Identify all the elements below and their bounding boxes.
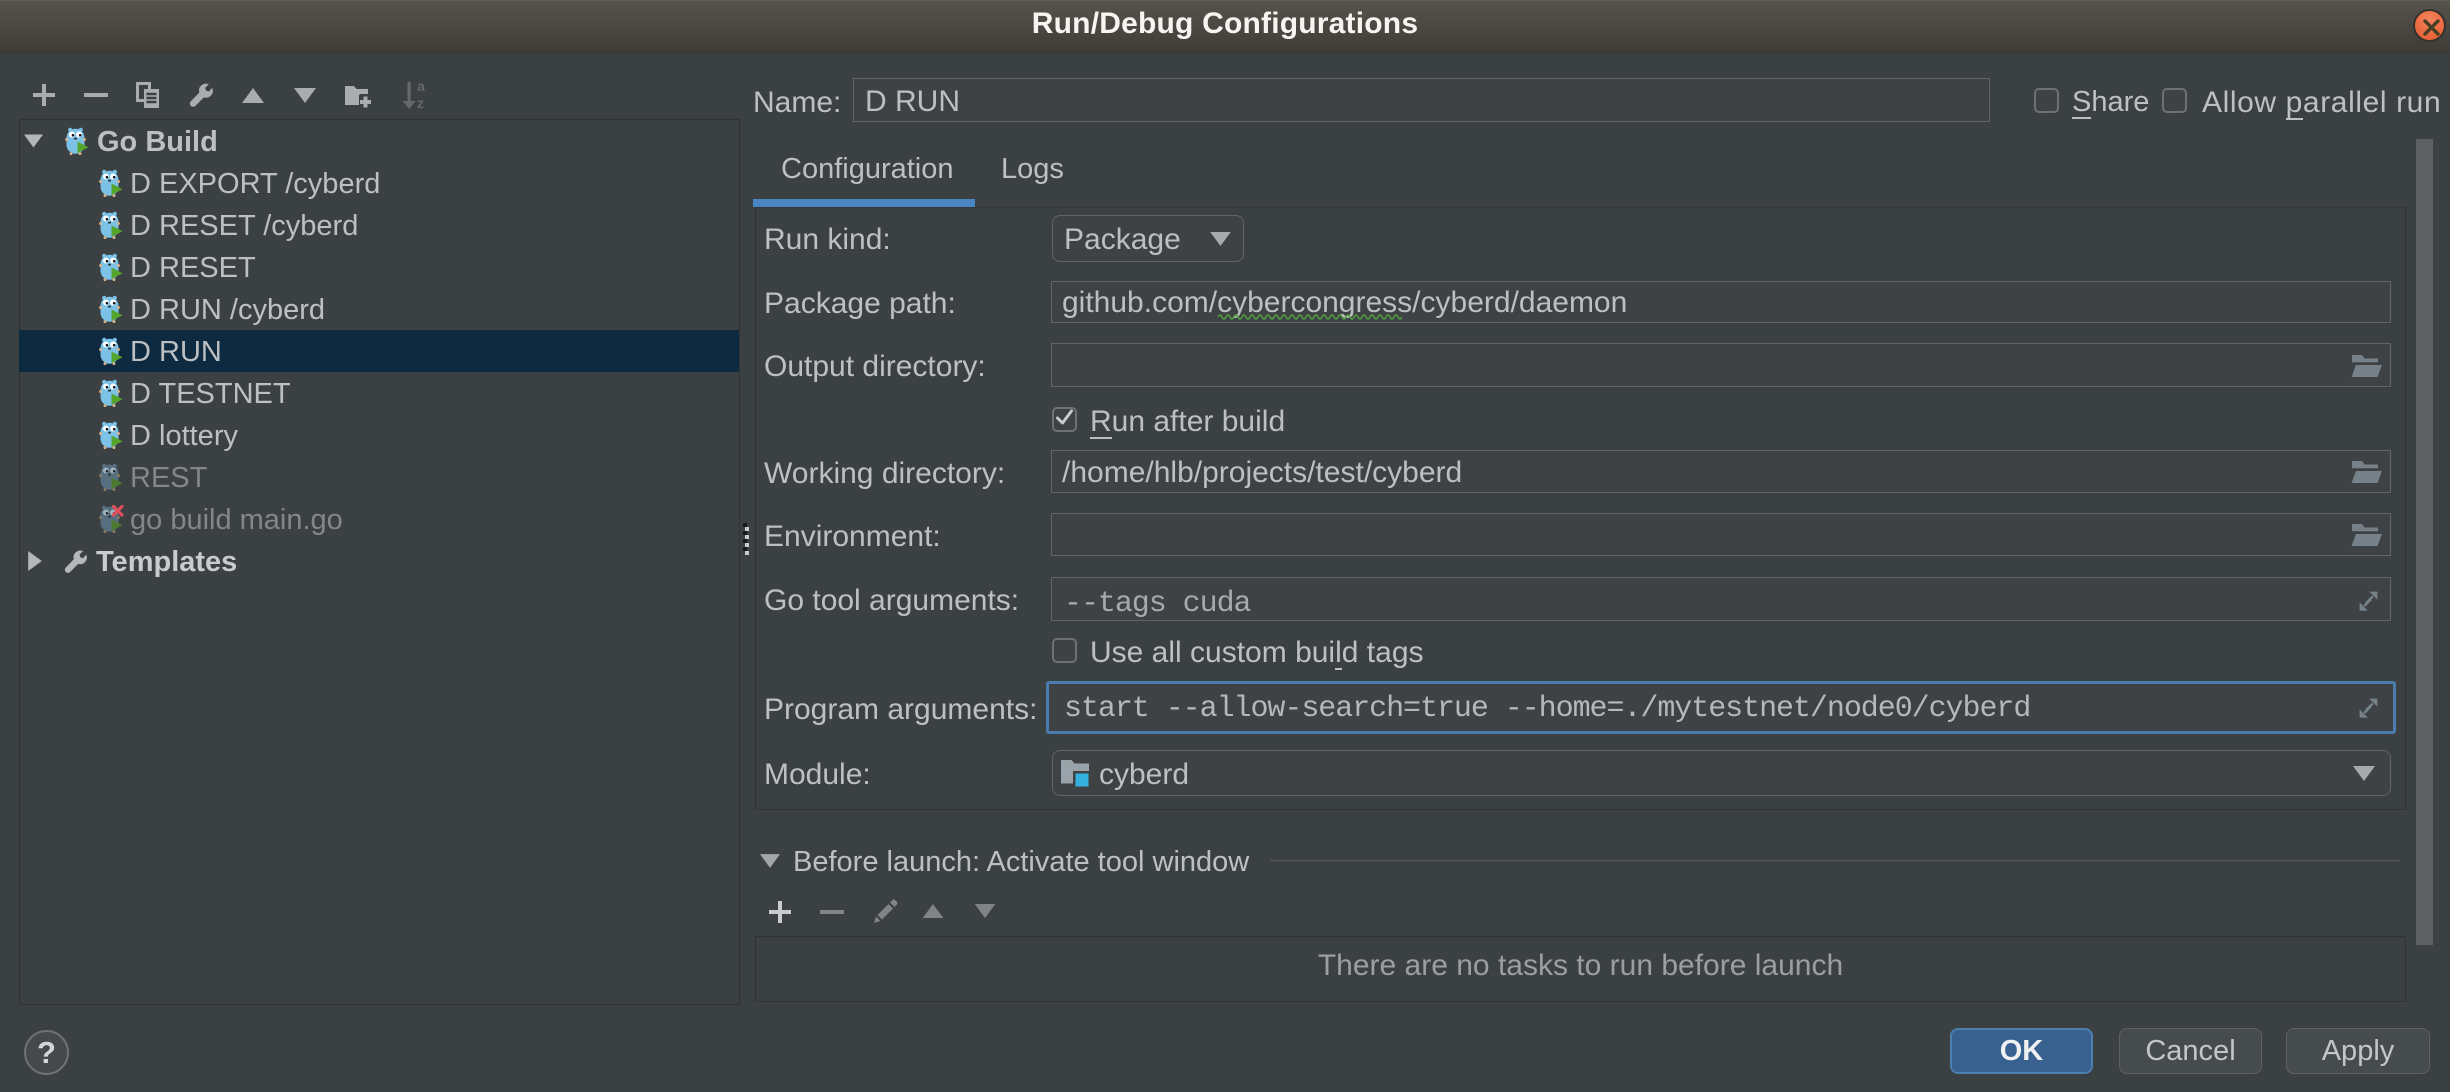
svg-text:a: a — [417, 80, 425, 94]
svg-text:z: z — [417, 95, 424, 110]
